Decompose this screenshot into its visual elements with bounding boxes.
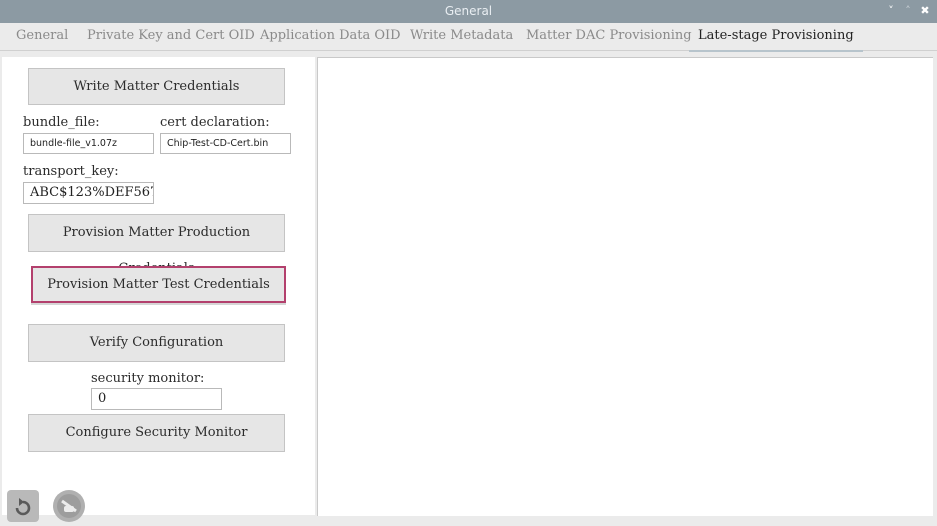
output-panel[interactable] [317,57,933,516]
disconnect-icon[interactable] [53,490,85,522]
provision-production-credentials-button[interactable]: Provision Matter Production Credentials [28,214,285,276]
tab-write-metadata[interactable]: Write Metadata [410,23,513,50]
window-titlebar: General ˅ ˄ ✖ [0,0,937,23]
chevron-up-icon[interactable]: ˄ [901,4,915,18]
write-matter-credentials-button[interactable]: Write Matter Credentials [28,68,285,105]
cert-declaration-label: cert declaration: [160,115,270,130]
configure-security-monitor-button[interactable]: Configure Security Monitor [28,414,285,452]
tab-application-data-oid[interactable]: Application Data OID [260,23,401,50]
tab-late-stage-provisioning[interactable]: Late-stage Provisioning [689,23,863,52]
bundle-file-label: bundle_file: [23,115,100,130]
provision-test-credentials-button[interactable]: Provision Matter Test Credentials [31,266,286,303]
window-title: General [444,4,493,18]
chevron-down-icon[interactable]: ˅ [884,4,898,18]
reload-icon[interactable] [7,490,39,522]
tab-general[interactable]: General [16,23,68,50]
transport-key-field[interactable]: ABC$123%DEF567 [23,182,154,204]
tab-matter-dac-provisioning[interactable]: Matter DAC Provisioning [526,23,692,50]
security-monitor-label: security monitor: [91,371,205,386]
provisioning-panel: Write Matter Credentials bundle_file: bu… [2,57,315,522]
cert-declaration-field[interactable]: Chip-Test-CD-Cert.bin [160,133,291,154]
tab-bar: General Private Key and Cert OID Applica… [0,23,937,52]
tab-private-key-and-cert-oid[interactable]: Private Key and Cert OID [87,23,255,50]
transport-key-label: transport_key: [23,164,119,179]
close-icon[interactable]: ✖ [918,4,932,18]
bundle-file-field[interactable]: bundle-file_v1.07z [23,133,154,154]
verify-configuration-button[interactable]: Verify Configuration [28,324,285,362]
security-monitor-field[interactable]: 0 [91,388,222,410]
